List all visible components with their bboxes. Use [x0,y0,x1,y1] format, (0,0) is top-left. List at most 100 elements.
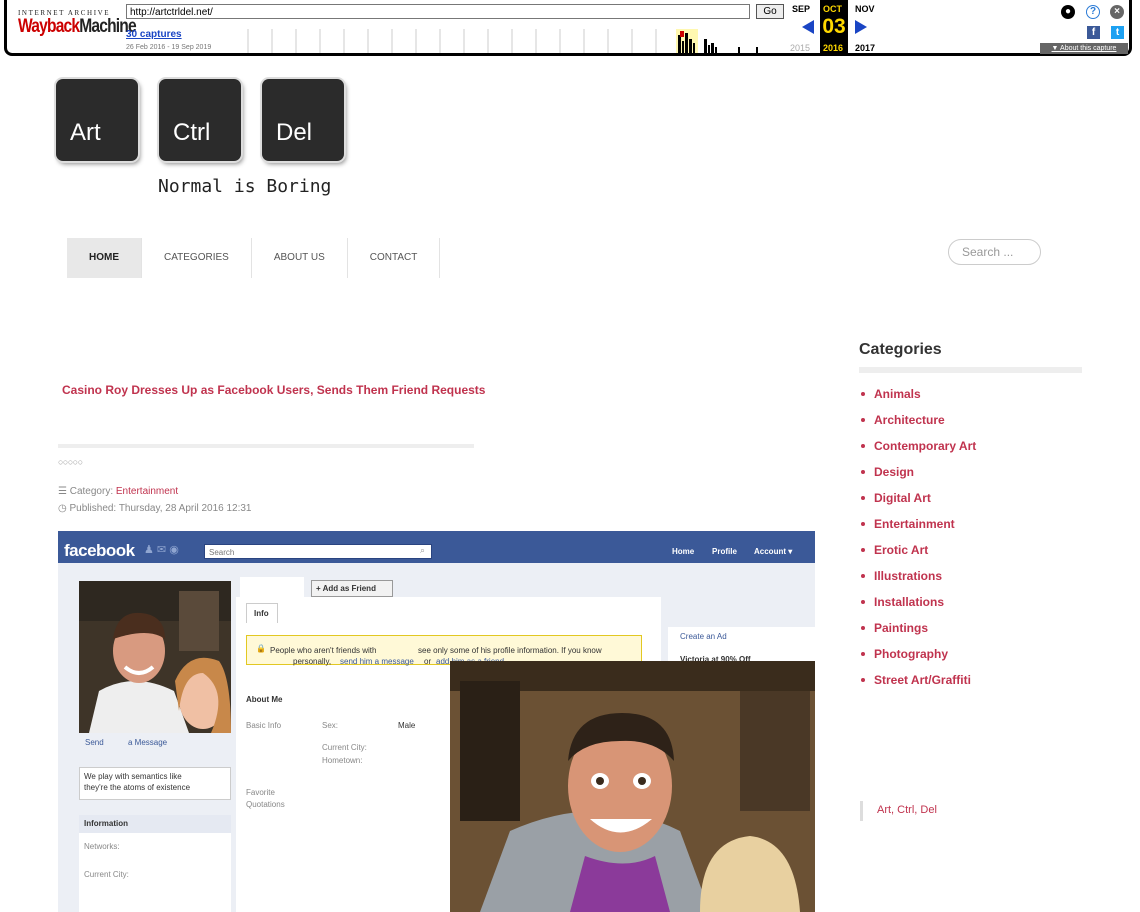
article-published: ◷ Published: Thursday, 28 April 2016 12:… [58,503,252,514]
logo-key-art-label: Art [70,119,101,146]
fb-profile-photo [79,581,231,733]
prev-capture-arrow-icon[interactable] [802,20,814,34]
captures-link[interactable]: 30 captures [126,29,182,40]
wayback-logo[interactable]: WaybackMachine [18,16,137,38]
fb-search-icon: ⌕ [420,545,426,555]
category-photography[interactable]: Photography [861,647,976,673]
clock-icon: ◷ [58,503,67,514]
category-label: Entertainment [874,517,955,531]
bullet-icon [861,443,865,448]
category-label: Illustrations [874,569,943,583]
month-next[interactable]: NOV [855,4,875,14]
month-current: OCT [823,4,842,14]
category-architecture[interactable]: Architecture [861,413,976,439]
bullet-icon [861,625,865,630]
category-digital-art[interactable]: Digital Art [861,491,976,517]
fb-information: Information [84,819,128,828]
category-design[interactable]: Design [861,465,976,491]
fb-nav-account: Account ▾ [754,547,793,556]
fb-send: Send [85,738,104,747]
bullet-icon [861,417,865,422]
fb-profile-photo-art [79,581,231,733]
list-icon: ☰ [58,486,67,497]
year-prev[interactable]: 2015 [790,43,810,53]
fb-notice-2b: send him a message [340,657,414,666]
fb-basic-info: Basic Info [246,721,282,730]
category-label: Animals [874,387,921,401]
month-prev[interactable]: SEP [792,4,810,14]
fb-add-friend-label: + Add as Friend [316,584,376,593]
wayback-logo-word-1: Wayback [18,16,80,37]
category-animals[interactable]: Animals [861,387,976,413]
fb-favorite-2: Quotations [246,800,285,809]
category-label: Street Art/Graffiti [874,673,971,687]
facebook-icon[interactable]: f [1087,26,1100,39]
fb-current-city-left: Current City: [84,870,129,879]
fb-quote-2: they're the atoms of existence [84,783,191,792]
help-icon[interactable]: ? [1086,5,1100,19]
fb-create-ad: Create an Ad [680,632,727,641]
nav-item-about-us[interactable]: ABOUT US [252,238,348,278]
about-capture-link[interactable]: ▼ About this capture [1040,43,1128,54]
logo-key-ctrl-label: Ctrl [173,119,211,146]
fb-add-friend-button: + Add as Friend [311,580,393,597]
fb-networks: Networks: [84,842,120,851]
article-category: ☰ Category: Entertainment [58,486,178,497]
fb-notice-1: People who aren't friends with [270,646,377,655]
fb-overlay-photo-art [450,661,815,912]
fb-search-box: Search [204,544,432,559]
search-input[interactable]: Search ... [948,239,1041,265]
category-link[interactable]: Entertainment [116,486,178,497]
site-tagline: Normal is Boring [158,176,332,197]
article-title[interactable]: Casino Roy Dresses Up as Facebook Users,… [62,383,485,397]
fb-sex-label: Sex: [322,721,339,730]
category-street-art-graffiti[interactable]: Street Art/Graffiti [861,673,976,699]
bullet-icon [861,391,865,396]
user-icon[interactable]: ● [1061,5,1075,19]
year-next[interactable]: 2017 [855,43,875,53]
twitter-icon[interactable]: t [1111,26,1124,39]
captures-range: 26 Feb 2016 - 19 Sep 2019 [126,44,212,51]
fb-add-friend-text: Add as Friend [322,584,376,593]
bullet-icon [861,547,865,552]
category-contemporary-art[interactable]: Contemporary Art [861,439,976,465]
published-date: Published: Thursday, 28 April 2016 12:31 [69,503,252,514]
sidebar-footer-link[interactable]: Art, Ctrl, Del [860,801,937,821]
bullet-icon [861,521,865,526]
logo-key-art[interactable]: Art [56,79,138,161]
rating-stars[interactable]: ○○○○○ [58,457,83,467]
fb-favorite-1: Favorite [246,788,275,797]
fb-nav-home: Home [672,547,695,556]
logo-key-del-label: Del [276,119,313,146]
nav-item-home[interactable]: HOME [67,238,142,278]
category-paintings[interactable]: Paintings [861,621,976,647]
fb-notice-2a: personally, [293,657,332,666]
about-capture-label: About this capture [1060,45,1117,52]
fb-about-me: About Me [246,695,283,704]
categories-list: Animals Architecture Contemporary Art De… [861,387,976,699]
main-nav: HOME CATEGORIES ABOUT US CONTACT [67,238,441,278]
category-illustrations[interactable]: Illustrations [861,569,976,595]
wayback-go-button[interactable]: Go [756,4,784,19]
category-entertainment[interactable]: Entertainment [861,517,976,543]
category-label: Photography [874,647,948,661]
close-icon[interactable]: × [1110,5,1124,19]
captures-sparkline[interactable] [232,27,787,53]
logo-key-del[interactable]: Del [262,79,344,161]
bullet-icon [861,651,865,656]
wayback-url-input[interactable]: http://artctrldel.net/ [126,4,750,19]
fb-info-tab-label: Info [254,609,269,618]
next-capture-arrow-icon[interactable] [855,20,867,34]
year-current: 2016 [823,43,844,53]
nav-item-categories[interactable]: CATEGORIES [142,238,252,278]
category-erotic-art[interactable]: Erotic Art [861,543,976,569]
category-label: Contemporary Art [874,439,977,453]
category-label: Installations [874,595,945,609]
nav-item-contact[interactable]: CONTACT [348,238,441,278]
fb-notice-1b: see only some of his profile information… [418,646,602,655]
category-label: Design [874,465,915,479]
category-installations[interactable]: Installations [861,595,976,621]
fb-overlay-photo [450,661,815,912]
logo-key-ctrl[interactable]: Ctrl [159,79,241,161]
fb-info-tab: Info [246,603,278,623]
